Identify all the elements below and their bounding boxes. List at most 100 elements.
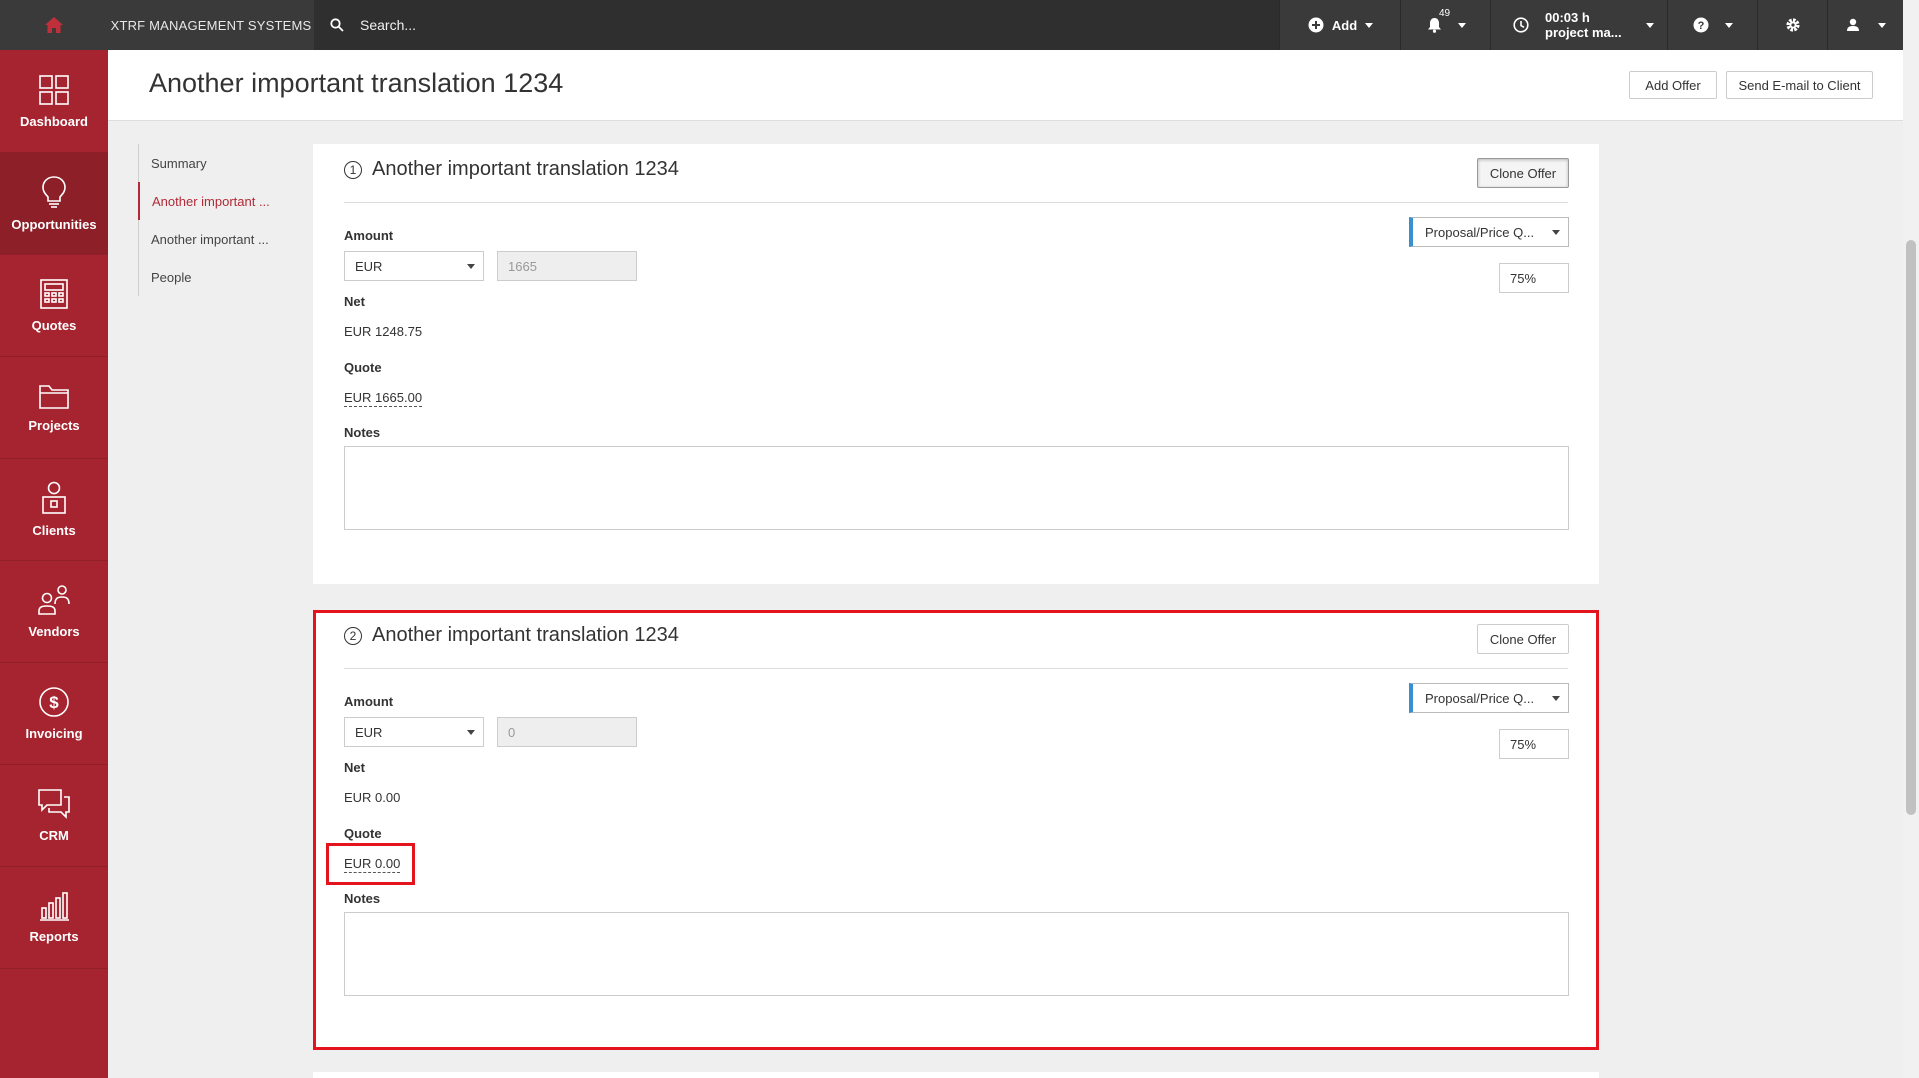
- offer-title-text: Another important translation 1234: [372, 158, 679, 180]
- gear-icon: [1786, 18, 1800, 32]
- sidebar-item-label: Invoicing: [25, 725, 83, 741]
- chevron-down-icon: [1365, 22, 1374, 28]
- search-bar[interactable]: Search...: [314, 0, 1279, 50]
- net-label: Net: [344, 760, 365, 775]
- chevron-down-icon: [467, 730, 475, 735]
- currency-select[interactable]: EUR: [344, 717, 484, 747]
- section-nav-summary[interactable]: Summary: [139, 144, 289, 182]
- status-value: Proposal/Price Q...: [1425, 224, 1535, 240]
- client-icon: [42, 481, 66, 514]
- chevron-down-icon: [1552, 230, 1560, 235]
- offer-number: 1: [344, 160, 362, 179]
- page-title: Another important translation 1234: [149, 68, 564, 98]
- page-header: Another important translation 1234 Add O…: [108, 50, 1903, 121]
- sidebar-item-label: CRM: [39, 827, 69, 843]
- net-label: Net: [344, 294, 365, 309]
- send-email-button[interactable]: Send E-mail to Client: [1726, 71, 1873, 99]
- home-button[interactable]: [0, 0, 108, 50]
- chevron-down-icon: [1878, 22, 1886, 28]
- notes-label: Notes: [344, 425, 381, 440]
- settings-button[interactable]: [1757, 0, 1828, 50]
- quote-value[interactable]: EUR 1665.00: [344, 390, 423, 407]
- clock-icon: [1513, 17, 1529, 33]
- lightbulb-icon: [42, 175, 66, 208]
- section-nav: Summary Another important ... Another im…: [138, 144, 289, 296]
- status-select[interactable]: Proposal/Price Q...: [1409, 683, 1569, 713]
- notes-label: Notes: [344, 891, 381, 906]
- calculator-icon: [40, 278, 68, 309]
- sidebar-item-quotes[interactable]: Quotes: [0, 254, 108, 357]
- probability-input[interactable]: 75%: [1499, 263, 1569, 293]
- quote-highlight-box: [326, 843, 415, 885]
- timer-button[interactable]: 00:03 h project ma...: [1490, 0, 1667, 50]
- svg-text:$: $: [49, 693, 59, 712]
- top-bar: XTRF MANAGEMENT SYSTEMS Search... Add 49…: [0, 0, 1903, 50]
- scrollbar-thumb[interactable]: [1906, 240, 1916, 815]
- plus-circle-icon: [1308, 17, 1324, 33]
- sidebar-item-vendors[interactable]: Vendors: [0, 560, 108, 663]
- dollar-icon: $: [39, 686, 69, 717]
- user-menu-button[interactable]: [1827, 0, 1904, 50]
- timer-time: 00:03 h: [1545, 10, 1590, 25]
- sidebar-item-clients[interactable]: Clients: [0, 458, 108, 561]
- add-offer-button[interactable]: Add Offer: [1629, 71, 1717, 99]
- amount-input[interactable]: 0: [497, 717, 637, 747]
- probability-input[interactable]: 75%: [1499, 729, 1569, 759]
- add-menu-button[interactable]: Add: [1279, 0, 1401, 50]
- section-nav-people[interactable]: People: [139, 258, 289, 296]
- status-select[interactable]: Proposal/Price Q...: [1409, 217, 1569, 247]
- sidebar-item-dashboard[interactable]: Dashboard: [0, 50, 108, 153]
- amount-input[interactable]: 1665: [497, 251, 637, 281]
- offer-number: 2: [344, 626, 362, 645]
- offer-card-1: 1 Another important translation 1234 Clo…: [313, 144, 1599, 584]
- net-value: EUR 0.00: [344, 790, 401, 805]
- clone-offer-button[interactable]: Clone Offer: [1477, 624, 1569, 654]
- offer-card-2: 2 Another important translation 1234 Clo…: [313, 610, 1599, 1050]
- vendors-icon: [38, 584, 70, 615]
- timer-task: project ma...: [1545, 25, 1622, 40]
- sidebar-item-label: Clients: [32, 522, 76, 538]
- next-card-edge: [313, 1072, 1599, 1078]
- currency-select[interactable]: EUR: [344, 251, 484, 281]
- section-nav-offer-2[interactable]: Another important ...: [139, 220, 289, 258]
- sidebar-item-label: Reports: [29, 928, 79, 944]
- section-nav-offer-1[interactable]: Another important ...: [138, 182, 289, 220]
- sidebar-item-crm[interactable]: CRM: [0, 764, 108, 867]
- chevron-down-icon: [1457, 22, 1466, 28]
- notifications-button[interactable]: 49: [1400, 0, 1491, 50]
- offer-title: 2 Another important translation 1234: [344, 624, 679, 647]
- sidebar-item-label: Vendors: [28, 623, 80, 639]
- user-icon: [1847, 18, 1859, 31]
- sidebar-item-reports[interactable]: Reports: [0, 866, 108, 969]
- currency-value: EUR: [355, 258, 383, 274]
- offer-title: 1 Another important translation 1234: [344, 158, 679, 181]
- dashboard-icon: [39, 74, 69, 105]
- sidebar-item-label: Dashboard: [20, 113, 88, 129]
- notes-textarea[interactable]: [344, 446, 1569, 530]
- sidebar-item-invoicing[interactable]: $ Invoicing: [0, 662, 108, 765]
- clone-offer-button[interactable]: Clone Offer: [1477, 158, 1569, 188]
- chevron-down-icon: [1645, 22, 1654, 28]
- amount-label: Amount: [344, 694, 394, 709]
- help-icon: ?: [1693, 17, 1709, 33]
- chevron-down-icon: [1552, 696, 1560, 701]
- net-value: EUR 1248.75: [344, 324, 423, 339]
- sidebar-item-label: Quotes: [31, 317, 77, 333]
- sidebar-item-label: Opportunities: [11, 216, 97, 232]
- notes-textarea[interactable]: [344, 912, 1569, 996]
- amount-label: Amount: [344, 228, 394, 243]
- chat-icon: [38, 788, 70, 819]
- offer-title-text: Another important translation 1234: [372, 624, 679, 646]
- status-value: Proposal/Price Q...: [1425, 690, 1535, 706]
- help-button[interactable]: ?: [1667, 0, 1758, 50]
- sidebar-item-opportunities[interactable]: Opportunities: [0, 152, 108, 255]
- chevron-down-icon: [1725, 22, 1733, 28]
- chevron-down-icon: [467, 264, 475, 269]
- sidebar-item-projects[interactable]: Projects: [0, 356, 108, 459]
- add-label: Add: [1331, 17, 1358, 33]
- sidebar-item-label: Projects: [28, 417, 80, 433]
- bell-icon: [1427, 18, 1441, 33]
- bar-chart-icon: [40, 891, 69, 921]
- brand-name[interactable]: XTRF MANAGEMENT SYSTEMS: [108, 0, 314, 50]
- search-input[interactable]: Search...: [360, 17, 416, 33]
